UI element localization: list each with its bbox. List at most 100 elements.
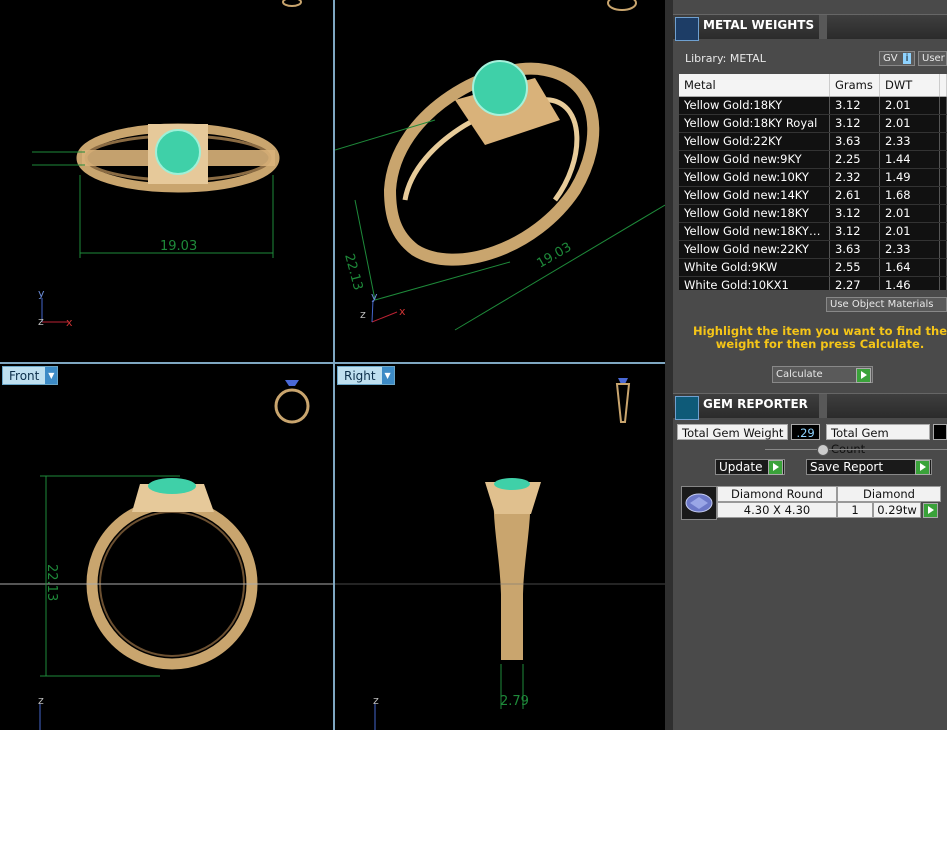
dim-height-persp: 22.13	[341, 252, 365, 292]
table-row[interactable]: Yellow Gold:18KY 3.12 2.01	[679, 97, 947, 115]
cell-dwt: 2.01	[880, 223, 940, 240]
cell-grams: 2.25	[830, 151, 880, 168]
calculate-hint: Highlight the item you want to find the …	[693, 324, 947, 351]
cell-metal: White Gold:10KX1	[679, 277, 830, 290]
dim-width-persp: 19.03	[535, 240, 575, 272]
table-row[interactable]: Yellow Gold:22KY 3.63 2.33	[679, 133, 947, 151]
cell-grams: 3.63	[830, 133, 880, 150]
axis-x-label: x	[66, 316, 73, 329]
gem-reporter-header[interactable]: GEM REPORTER	[673, 393, 947, 420]
gemstone	[155, 129, 201, 175]
table-row[interactable]: Yellow Gold new:10KY 2.32 1.49	[679, 169, 947, 187]
metal-weights-title: METAL WEIGHTS	[703, 18, 815, 32]
use-object-materials-button[interactable]: Use Object Materials	[826, 297, 947, 312]
axis-z-label: z	[38, 315, 44, 328]
cell-metal: Yellow Gold new:18KY…	[679, 223, 830, 240]
gem-weight: 0.29tw	[873, 502, 921, 518]
gem-reporter-title: GEM REPORTER	[703, 397, 808, 411]
gv-label: GV	[883, 53, 898, 64]
gem-details-button[interactable]	[923, 503, 938, 518]
gem-count: 1	[837, 502, 873, 518]
viewport-perspective[interactable]: 22.13 19.03 x y z	[335, 0, 665, 362]
metal-weights-icon	[675, 17, 699, 41]
dim-width-right: 2.79	[500, 694, 529, 709]
save-report-button[interactable]: Save Report	[806, 459, 932, 475]
col-dwt[interactable]: DWT	[880, 74, 940, 96]
cell-dwt: 2.01	[880, 97, 940, 114]
axis-y-label: y	[38, 287, 45, 300]
gemstone-perspective	[472, 60, 528, 116]
calculate-button[interactable]: Calculate	[772, 366, 873, 383]
play-icon	[856, 368, 871, 383]
col-metal[interactable]: Metal	[679, 74, 830, 96]
gem-material: Diamond	[837, 486, 941, 502]
library-label: Library: METAL	[685, 52, 766, 65]
update-button[interactable]: Update	[715, 459, 785, 475]
axis-z-label-front: z	[38, 694, 44, 707]
gem-size: 4.30 X 4.30	[717, 502, 837, 518]
total-gem-weight-label: Total Gem Weight	[677, 424, 789, 440]
axis-y-label-persp: y	[371, 290, 378, 303]
gv-toggle[interactable]: GV i	[879, 51, 915, 66]
play-icon	[768, 460, 783, 475]
save-report-label: Save Report	[810, 460, 884, 474]
total-gem-count: Total Gem Count	[826, 424, 947, 456]
total-gem-count-value	[933, 424, 947, 440]
table-row[interactable]: Yellow Gold:18KY Royal 3.12 2.01	[679, 115, 947, 133]
cell-grams: 3.12	[830, 223, 880, 240]
cell-dwt: 1.46	[880, 277, 940, 290]
cell-metal: Yellow Gold new:18KY	[679, 205, 830, 222]
cell-dwt: 1.44	[880, 151, 940, 168]
cell-grams: 3.12	[830, 115, 880, 132]
user-label: User	[922, 53, 945, 64]
cell-metal: Yellow Gold:18KY Royal	[679, 115, 830, 132]
cell-metal: Yellow Gold:18KY	[679, 97, 830, 114]
cell-grams: 2.27	[830, 277, 880, 290]
user-library-button[interactable]: User	[918, 51, 947, 66]
cell-dwt: 2.01	[880, 115, 940, 132]
total-gem-weight-value: .29	[791, 424, 820, 440]
gem-reporter-icon	[675, 396, 699, 420]
use-object-materials-label: Use Object Materials	[830, 299, 934, 310]
side-panel: METAL WEIGHTS Library: METAL GV i User M…	[665, 0, 947, 730]
dim-width-top: 19.03	[160, 239, 197, 254]
viewport-splitter-vertical[interactable]	[333, 0, 335, 730]
collapse-handle[interactable]	[817, 444, 829, 456]
calculate-label: Calculate	[776, 369, 823, 380]
table-header: Metal Grams DWT	[679, 74, 947, 97]
table-row[interactable]: White Gold:9KW 2.55 1.64	[679, 259, 947, 277]
viewport-right[interactable]: Right ▼ 2.79 z	[335, 364, 665, 730]
col-grams[interactable]: Grams	[830, 74, 880, 96]
cell-metal: Yellow Gold new:22KY	[679, 241, 830, 258]
cell-metal: Yellow Gold new:9KY	[679, 151, 830, 168]
cell-dwt: 2.33	[880, 133, 940, 150]
viewport-splitter-horizontal[interactable]	[0, 362, 665, 364]
cell-grams: 3.12	[830, 205, 880, 222]
metal-weights-header[interactable]: METAL WEIGHTS	[673, 14, 947, 41]
cell-dwt: 1.49	[880, 169, 940, 186]
cell-grams: 3.63	[830, 241, 880, 258]
viewport-top[interactable]: 19.03 x y z	[0, 0, 333, 362]
table-row[interactable]: White Gold:10KX1 2.27 1.46	[679, 277, 947, 290]
cell-grams: 2.32	[830, 169, 880, 186]
viewport-front[interactable]: Front ▼ 22.13 z	[0, 364, 333, 730]
cell-metal: White Gold:9KW	[679, 259, 830, 276]
table-row[interactable]: Yellow Gold new:22KY 3.63 2.33	[679, 241, 947, 259]
diamond-icon	[681, 486, 717, 520]
cell-metal: Yellow Gold new:10KY	[679, 169, 830, 186]
divider	[765, 449, 947, 450]
table-row[interactable]: Yellow Gold new:18KY 3.12 2.01	[679, 205, 947, 223]
table-row[interactable]: Yellow Gold new:18KY… 3.12 2.01	[679, 223, 947, 241]
table-row[interactable]: Yellow Gold new:9KY 2.25 1.44	[679, 151, 947, 169]
table-row[interactable]: Yellow Gold new:14KY 2.61 1.68	[679, 187, 947, 205]
gem-name: Diamond Round	[717, 486, 837, 502]
cell-metal: Yellow Gold new:14KY	[679, 187, 830, 204]
axis-z-label-right: z	[373, 694, 379, 707]
cell-grams: 2.61	[830, 187, 880, 204]
play-icon	[915, 460, 930, 475]
metal-weights-table[interactable]: Metal Grams DWT Yellow Gold:18KY 3.12 2.01…	[679, 74, 947, 290]
cell-grams: 3.12	[830, 97, 880, 114]
update-label: Update	[719, 460, 763, 474]
axis-z-label-persp: z	[360, 308, 366, 321]
cell-dwt: 2.33	[880, 241, 940, 258]
